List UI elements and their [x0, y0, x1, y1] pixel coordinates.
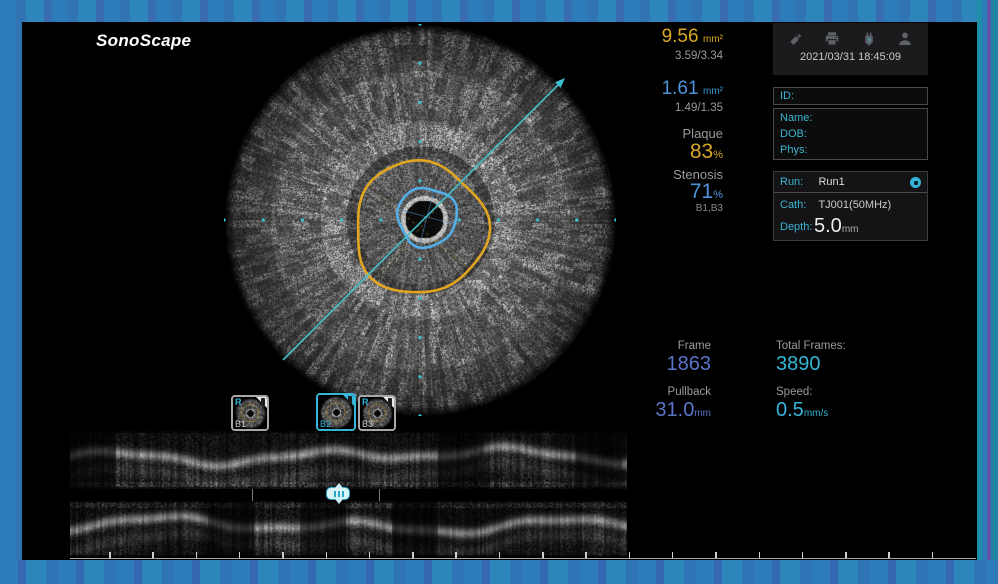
main-content: SonoScape 9.56 mm² 3.59/3.34 1.61 mm² 1.… [22, 22, 977, 560]
bookmark-label: B2 [320, 419, 331, 429]
patient-id-box[interactable]: ID: [773, 87, 928, 105]
ruler-tick [282, 552, 284, 558]
patient-name-label: Name: [774, 110, 927, 126]
ruler-tick [196, 552, 198, 558]
record-indicator-icon[interactable] [910, 177, 921, 188]
longitudinal-view-top[interactable] [70, 431, 627, 489]
pullback-ruler [70, 551, 976, 559]
ruler-tick [845, 552, 847, 558]
patient-info-box[interactable]: Name: DOB: Phys: [773, 108, 928, 160]
window-frame: SonoScape 9.56 mm² 3.59/3.34 1.61 mm² 1.… [0, 0, 998, 584]
frame-value: 1863 [655, 353, 711, 376]
ruler-tick [499, 552, 501, 558]
bookmark-thumb-b3[interactable]: R B3 [358, 395, 396, 431]
depth-row: Depth:5.0mm [774, 215, 927, 239]
bookmark-label: B3 [362, 419, 373, 429]
total-frames-value: 3890 [776, 353, 846, 376]
ruler-tick [802, 552, 804, 558]
stenosis-label: Stenosis [603, 168, 723, 182]
printer-icon[interactable] [823, 30, 841, 48]
frame-edge-right [977, 0, 998, 584]
ruler-tick [412, 552, 414, 558]
ruler-tick [715, 552, 717, 558]
stenosis-reference: B1,B3 [603, 204, 723, 215]
bookmark-thumb-b1[interactable]: R B1 [231, 395, 269, 431]
user-icon[interactable] [896, 30, 914, 48]
depth-unit: mm [842, 224, 859, 235]
vessel-diameters: 3.59/3.34 [603, 50, 723, 62]
stenosis-value: 71% [603, 181, 723, 203]
measurement-overlay [224, 24, 616, 416]
totals-speed-block: Total Frames: 3890 Speed: 0.5mm/s [776, 339, 846, 425]
speed-label: Speed: [776, 385, 846, 399]
system-toolbar: 2021/03/31 18:45:09 [773, 23, 928, 75]
ruler-tick [239, 552, 241, 558]
vessel-area-value: 9.56 mm² [603, 27, 723, 47]
bookmark-r-marker: R [362, 397, 369, 407]
ruler-tick [932, 552, 934, 558]
lumen-diameters: 1.49/1.35 [603, 102, 723, 114]
bookmark-thumb-b2-selected[interactable]: B2 [316, 393, 356, 431]
datetime-display: 2021/03/31 18:45:09 [773, 51, 928, 63]
frame-edge-bottom [0, 560, 998, 584]
bookmark-label: B1 [235, 419, 246, 429]
run-row[interactable]: Run: Run1 [774, 172, 927, 193]
bookmark-r-marker: R [235, 397, 242, 407]
ruler-baseline [70, 558, 976, 560]
plaque-value: 83% [603, 141, 723, 163]
ruler-tick [109, 552, 111, 558]
ruler-tick [888, 552, 890, 558]
run-value: Run1 [818, 176, 844, 188]
depth-label: Depth: [774, 215, 814, 239]
cath-value: TJ001(50MHz) [818, 199, 891, 211]
catheter-row: Cath: TJ001(50MHz) [774, 195, 927, 215]
ruler-tick [326, 552, 328, 558]
ruler-tick [152, 552, 154, 558]
frame-label: Frame [655, 339, 711, 353]
pullback-label: Pullback [655, 385, 711, 399]
patient-phys-label: Phys: [774, 142, 927, 158]
frame-scrub-handle[interactable] [326, 487, 350, 500]
ruler-tick [672, 552, 674, 558]
speed-value: 0.5mm/s [776, 399, 846, 425]
acquisition-box: Run: Run1 Cath: TJ001(50MHz) Depth:5.0mm [773, 171, 928, 241]
measurement-readouts: 9.56 mm² 3.59/3.34 1.61 mm² 1.49/1.35 Pl… [603, 27, 723, 215]
brand-logo: SonoScape [96, 31, 191, 51]
depth-value: 5.0 [814, 215, 842, 237]
cath-label: Cath: [774, 195, 814, 215]
patient-dob-label: DOB: [774, 126, 927, 142]
usb-icon[interactable] [787, 30, 805, 48]
ruler-tick [585, 552, 587, 558]
longitudinal-view-bottom[interactable] [70, 501, 627, 557]
run-label: Run: [774, 172, 814, 193]
frame-pullback-block: Frame 1863 Pullback 31.0mm [655, 339, 711, 425]
ruler-tick [369, 552, 371, 558]
plaque-label: Plaque [603, 127, 723, 141]
pullback-value: 31.0mm [655, 399, 711, 425]
ruler-tick [455, 552, 457, 558]
patient-id-label: ID: [774, 88, 927, 104]
probe-icon[interactable] [860, 30, 878, 48]
ruler-tick [542, 552, 544, 558]
ruler-tick [629, 552, 631, 558]
total-frames-label: Total Frames: [776, 339, 846, 353]
lumen-area-value: 1.61 mm² [603, 79, 723, 99]
ruler-tick [759, 552, 761, 558]
ivus-cross-section-viewport[interactable] [224, 24, 616, 416]
